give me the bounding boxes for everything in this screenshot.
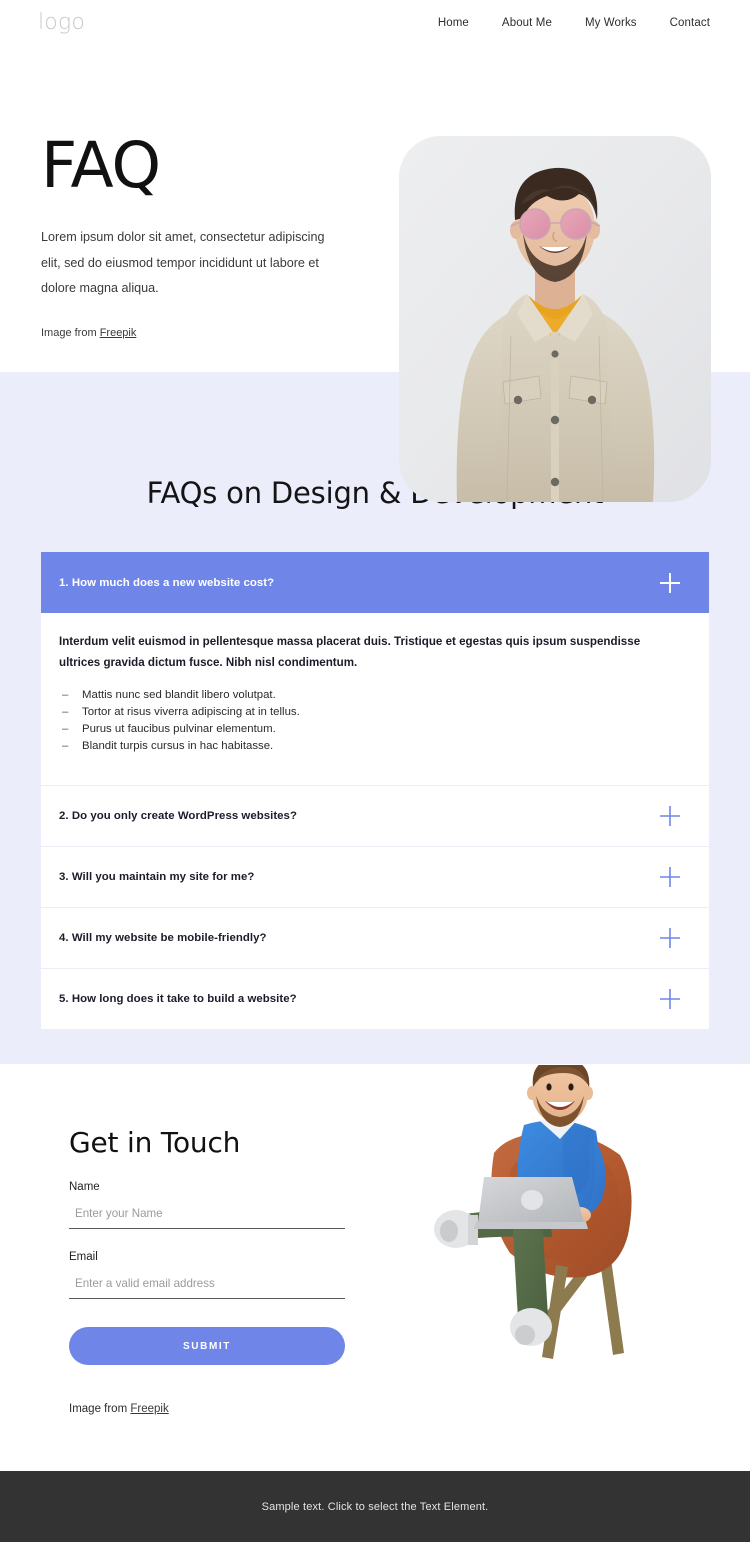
faq-item-1-question: 1. How much does a new website cost? [59,576,275,589]
hero-credit-prefix: Image from [41,326,100,339]
faq-item-3-question: 3. Will you maintain my site for me? [59,871,255,884]
faq-item-2-header[interactable]: 2. Do you only create WordPress websites… [41,786,709,847]
plus-icon[interactable] [657,925,683,951]
email-label: Email [69,1251,98,1264]
faq-item-5: 5. How long does it take to build a webs… [41,968,709,1030]
hero-paragraph: Lorem ipsum dolor sit amet, consectetur … [41,230,325,296]
faq-item-4-question: 4. Will my website be mobile-friendly? [59,932,267,945]
email-field-group: Email [69,1251,414,1300]
faq-item-4: 4. Will my website be mobile-friendly? [41,907,709,969]
faq-item-1-answer: Interdum velit euismod in pellentesque m… [41,613,709,786]
faq-item-2: 2. Do you only create WordPress websites… [41,785,709,847]
faq-item-1: 1. How much does a new website cost? Int… [41,552,709,786]
nav-item-my-works[interactable]: My Works [585,17,637,29]
contact-credit-link[interactable]: Freepik [130,1403,168,1415]
name-field-group: Name [69,1181,414,1230]
faq-answer-list-item: Purus ut faucibus pulvinar elementum. [59,721,679,738]
hero-image-credit: Image from Freepik [41,327,400,339]
hero-photo [399,136,711,502]
faq-item-3-header[interactable]: 3. Will you maintain my site for me? [41,847,709,908]
hero-photo-image [399,136,711,502]
contact-illustration-image [434,1065,632,1360]
faq-item-3: 3. Will you maintain my site for me? [41,846,709,908]
faq-answer-list-item: Mattis nunc sed blandit libero volutpat. [59,687,679,704]
faq-item-4-header[interactable]: 4. Will my website be mobile-friendly? [41,908,709,969]
faq-item-2-question: 2. Do you only create WordPress websites… [59,810,297,823]
nav-item-contact[interactable]: Contact [670,17,710,29]
nav-item-about-me[interactable]: About Me [502,17,552,29]
submit-button[interactable]: SUBMIT [69,1327,345,1366]
contact-illustration [432,1065,722,1380]
contact-image-credit: Image from Freepik [69,1403,414,1415]
name-label: Name [69,1181,100,1194]
faq-answer-list: Mattis nunc sed blandit libero volutpat.… [59,687,679,756]
faq-item-5-header[interactable]: 5. How long does it take to build a webs… [41,969,709,1030]
faq-answer-list-item: Blandit turpis cursus in hac habitasse. [59,738,679,755]
contact-credit-prefix: Image from [69,1403,131,1416]
contact-title: Get in Touch [69,1126,241,1160]
site-header: logo Home About Me My Works Contact [0,0,750,46]
site-footer: Sample text. Click to select the Text El… [0,1471,750,1543]
hero-section: FAQ Lorem ipsum dolor sit amet, consecte… [0,46,750,502]
faq-answer-list-item: Tortor at risus viverra adipiscing at in… [59,704,679,721]
plus-icon[interactable] [657,864,683,890]
faq-item-5-question: 5. How long does it take to build a webs… [59,993,297,1006]
name-input[interactable] [69,1207,345,1230]
footer-text[interactable]: Sample text. Click to select the Text El… [262,1501,489,1513]
contact-form-block: Get in Touch Name Email SUBMIT Image fro… [69,1126,414,1415]
contact-section: Get in Touch Name Email SUBMIT Image fro… [0,1064,750,1472]
hero-credit-link[interactable]: Freepik [100,327,137,339]
plus-icon[interactable] [657,803,683,829]
faq-item-1-header[interactable]: 1. How much does a new website cost? [41,552,709,613]
main-navigation: Home About Me My Works Contact [438,17,710,29]
faq-accordion: 1. How much does a new website cost? Int… [41,552,709,1030]
faq-answer-lead: Interdum velit euismod in pellentesque m… [59,635,641,670]
nav-item-home[interactable]: Home [438,17,469,29]
plus-icon[interactable] [657,570,683,596]
email-input[interactable] [69,1277,345,1300]
page-title: FAQ [41,129,161,202]
plus-icon[interactable] [657,986,683,1012]
logo[interactable]: logo [38,12,85,34]
hero-text-block: FAQ Lorem ipsum dolor sit amet, consecte… [0,46,400,339]
